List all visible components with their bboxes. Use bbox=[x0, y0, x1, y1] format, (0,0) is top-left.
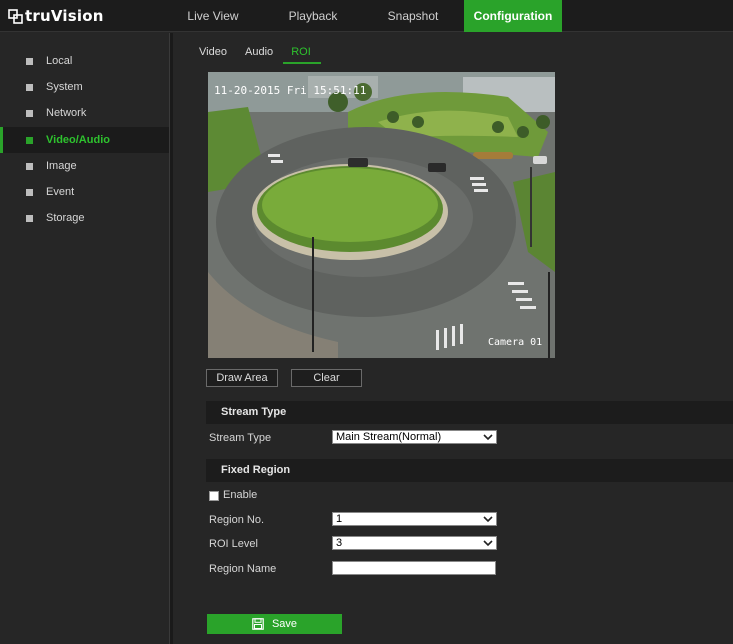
chevron-down-icon bbox=[483, 540, 493, 547]
nav-playback[interactable]: Playback bbox=[265, 0, 361, 32]
chevron-down-icon bbox=[483, 516, 493, 523]
sidebar-item-local[interactable]: Local bbox=[0, 48, 169, 74]
save-label: Save bbox=[271, 618, 298, 630]
nav-live-view[interactable]: Live View bbox=[165, 0, 261, 32]
bullet-icon bbox=[26, 57, 33, 65]
logo-text: truVision bbox=[25, 7, 104, 25]
tab-roi[interactable]: ROI bbox=[283, 46, 319, 58]
sidebar-item-label: Storage bbox=[46, 212, 85, 224]
sidebar-item-label: Local bbox=[46, 55, 73, 67]
truvision-logo-icon bbox=[8, 8, 23, 24]
active-tab-indicator bbox=[283, 62, 321, 64]
tab-audio[interactable]: Audio bbox=[245, 46, 273, 58]
floppy-disk-icon bbox=[252, 618, 264, 630]
sidebar-item-network[interactable]: Network bbox=[0, 100, 169, 126]
video-timestamp: 11-20-2015 Fri 15:51:11 bbox=[214, 84, 366, 97]
enable-label: Enable bbox=[223, 489, 258, 501]
top-bar: truVision Live View Playback Snapshot Co… bbox=[0, 0, 733, 32]
stream-type-label: Stream Type bbox=[209, 432, 272, 444]
sidebar-divider bbox=[169, 33, 173, 644]
video-preview[interactable]: 11-20-2015 Fri 15:51:11 Camera 01 bbox=[208, 72, 555, 358]
camera-scene: 11-20-2015 Fri 15:51:11 Camera 01 bbox=[208, 72, 555, 358]
chevron-down-icon bbox=[483, 434, 493, 441]
bullet-icon bbox=[26, 214, 33, 222]
nav-snapshot[interactable]: Snapshot bbox=[365, 0, 461, 32]
bullet-icon bbox=[26, 109, 33, 117]
clear-button[interactable]: Clear bbox=[291, 369, 362, 387]
bullet-icon bbox=[26, 83, 33, 91]
region-no-label: Region No. bbox=[209, 514, 265, 526]
roi-level-select[interactable]: 3 bbox=[332, 536, 497, 550]
region-name-input[interactable] bbox=[332, 561, 496, 575]
video-camera-name: Camera 01 bbox=[488, 337, 542, 348]
sidebar-item-system[interactable]: System bbox=[0, 74, 169, 100]
sidebar-item-image[interactable]: Image bbox=[0, 153, 169, 179]
stream-type-select[interactable]: Main Stream(Normal) bbox=[332, 430, 497, 444]
sidebar-item-label: Image bbox=[46, 160, 77, 172]
sidebar-item-storage[interactable]: Storage bbox=[0, 205, 169, 231]
bullet-icon bbox=[26, 188, 33, 196]
sidebar-item-event[interactable]: Event bbox=[0, 179, 169, 205]
bullet-icon bbox=[26, 162, 33, 170]
stream-type-value: Main Stream(Normal) bbox=[336, 431, 442, 443]
sidebar-item-label: Event bbox=[46, 186, 75, 198]
fixed-region-section-header: Fixed Region bbox=[206, 459, 733, 482]
bullet-icon bbox=[26, 136, 33, 144]
region-name-label: Region Name bbox=[209, 563, 277, 575]
sidebar-item-label: Video/Audio bbox=[46, 134, 110, 146]
sidebar-item-video-audio[interactable]: Video/Audio bbox=[0, 127, 169, 153]
draw-area-button[interactable]: Draw Area bbox=[206, 369, 278, 387]
roi-level-value: 3 bbox=[336, 537, 343, 549]
tab-video[interactable]: Video bbox=[199, 46, 227, 58]
region-no-value: 1 bbox=[336, 513, 343, 525]
sidebar: Local System Network Video/Audio Image E… bbox=[0, 33, 169, 644]
roi-level-label: ROI Level bbox=[209, 538, 258, 550]
sidebar-item-label: Network bbox=[46, 107, 87, 119]
enable-checkbox[interactable] bbox=[209, 491, 219, 501]
sidebar-item-label: System bbox=[46, 81, 83, 93]
nav-configuration[interactable]: Configuration bbox=[464, 0, 562, 32]
save-button[interactable]: Save bbox=[207, 614, 342, 634]
region-no-select[interactable]: 1 bbox=[332, 512, 497, 526]
app-logo: truVision bbox=[8, 7, 104, 25]
stream-type-section-header: Stream Type bbox=[206, 401, 733, 424]
